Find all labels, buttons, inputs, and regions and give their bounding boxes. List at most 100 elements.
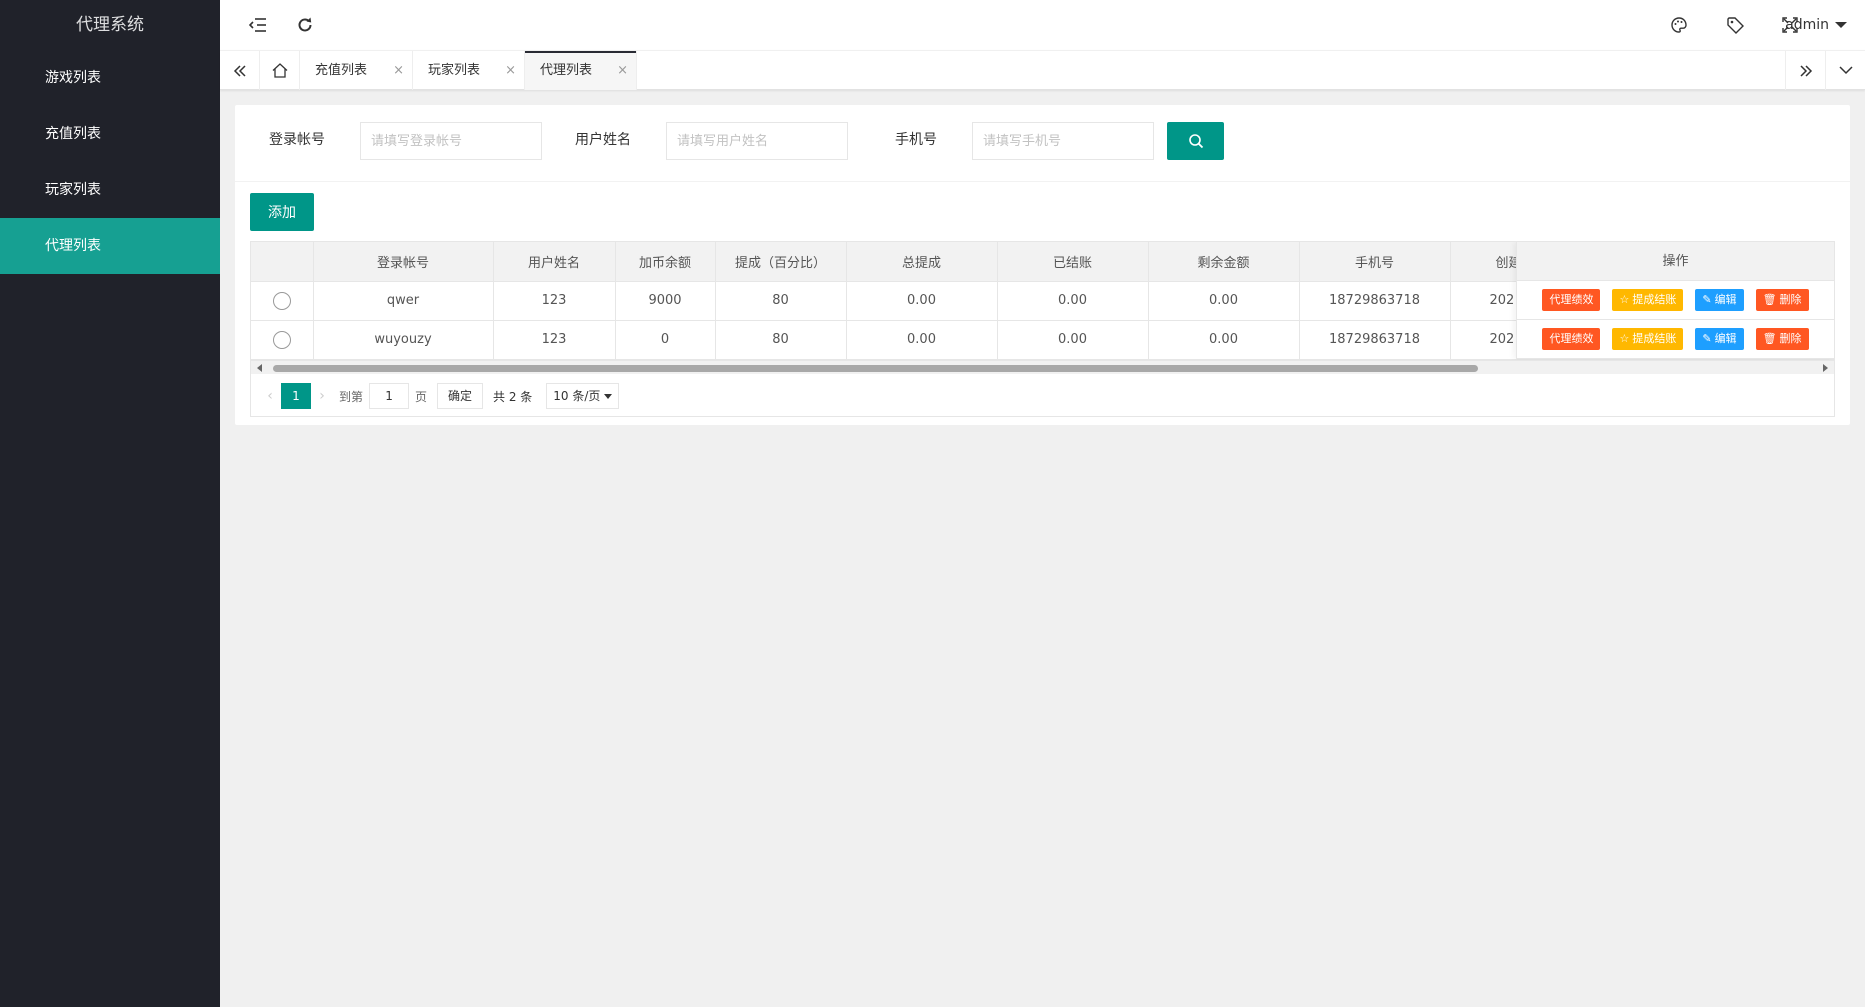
account-label: 登录帐号	[269, 132, 325, 148]
cell-phone: 18729863718	[1299, 320, 1451, 360]
close-icon[interactable]: ×	[617, 51, 628, 90]
cell-account: wuyouzy	[313, 320, 494, 360]
name-search-input[interactable]	[666, 122, 848, 160]
settle-button[interactable]: ☆ 提成结账	[1612, 289, 1684, 311]
cell-total: 0.00	[846, 320, 998, 360]
cell-balance: 0	[615, 320, 716, 360]
tab-agents[interactable]: 代理列表 ×	[525, 51, 637, 90]
ops-header: 操作	[1517, 242, 1834, 281]
tabs-scroll-right-icon[interactable]	[1785, 51, 1825, 90]
refresh-icon[interactable]	[293, 13, 317, 37]
page-confirm-button[interactable]: 确定	[437, 383, 484, 409]
sidebar-item-agents[interactable]: 代理列表	[0, 218, 220, 274]
goto-label: 到第	[339, 389, 364, 404]
page-size-select[interactable]: 10 条/页	[546, 383, 620, 409]
delete-label: 删除	[1779, 332, 1802, 345]
app-logo: 代理系统	[76, 15, 144, 35]
edit-label: 编辑	[1714, 293, 1737, 306]
tab-label: 充值列表	[315, 63, 368, 78]
page-current[interactable]: 1	[281, 383, 311, 409]
search-button[interactable]	[1167, 122, 1224, 160]
edit-label: 编辑	[1714, 332, 1737, 345]
column-header[interactable]: 提成（百分比）	[715, 242, 847, 282]
ops-row: 代理绩效 ☆ 提成结账 ✎ 编辑 🗑 删除	[1517, 281, 1834, 320]
cell-balance: 9000	[615, 281, 716, 321]
scroll-right-arrow-icon[interactable]	[1823, 364, 1828, 372]
user-menu[interactable]: admin	[1785, 0, 1847, 50]
cell-created-value: 202	[1489, 332, 1515, 347]
cell-rate: 80	[715, 281, 847, 321]
caret-down-icon	[1835, 22, 1847, 28]
prev-page-icon[interactable]: ‹	[259, 388, 281, 404]
menu-fold-icon[interactable]	[246, 13, 270, 37]
row-select[interactable]	[251, 320, 314, 360]
agent-table: 登录帐号 用户姓名 加币余额 提成（百分比） 总提成 已结账 剩余金额 手机号 …	[250, 241, 1835, 417]
phone-search-input[interactable]	[972, 122, 1154, 160]
column-header[interactable]: 已结账	[997, 242, 1149, 282]
tab-players[interactable]: 玩家列表 ×	[413, 51, 525, 90]
cell-created-value: 202	[1489, 293, 1515, 308]
cell-phone: 18729863718	[1299, 281, 1451, 321]
radio-button[interactable]	[272, 330, 291, 349]
settle-label: 提成结账	[1632, 332, 1677, 345]
pencil-icon: ✎	[1702, 332, 1712, 345]
edit-button[interactable]: ✎ 编辑	[1695, 289, 1744, 311]
cell-name: 123	[493, 320, 616, 360]
theme-icon[interactable]	[1667, 13, 1691, 37]
account-search-input[interactable]	[360, 122, 542, 160]
trash-icon: 🗑	[1762, 293, 1777, 306]
next-page-icon[interactable]: ›	[311, 388, 333, 404]
page-size-value: 10 条/页	[553, 389, 601, 403]
delete-button[interactable]: 🗑 删除	[1755, 328, 1809, 350]
tabs-menu-chevron-down-icon[interactable]	[1825, 51, 1865, 90]
close-icon[interactable]: ×	[393, 51, 404, 90]
scrollbar-thumb[interactable]	[273, 365, 1478, 372]
settle-button[interactable]: ☆ 提成结账	[1612, 328, 1684, 350]
add-button[interactable]: 添加	[250, 193, 314, 231]
column-header[interactable]: 手机号	[1299, 242, 1451, 282]
page-unit-label: 页	[415, 389, 428, 404]
horizontal-scrollbar[interactable]	[251, 360, 1834, 374]
chevron-down-icon	[604, 393, 613, 399]
pagination: ‹ 1 › 到第 1 页 确定 共 2 条 10 条/页	[251, 375, 1834, 416]
pencil-icon: ✎	[1702, 293, 1712, 306]
operations-column: 操作 代理绩效 ☆ 提成结账 ✎ 编辑 🗑 删除 代理绩效 ☆ 提成结账 ✎ 编辑 🗑 删除	[1516, 242, 1834, 359]
home-icon[interactable]	[260, 51, 300, 90]
star-icon: ☆	[1619, 293, 1630, 306]
user-name: admin	[1785, 17, 1829, 33]
sidebar-item-players[interactable]: 玩家列表	[0, 162, 220, 218]
close-icon[interactable]: ×	[505, 51, 516, 90]
scroll-left-arrow-icon[interactable]	[257, 364, 262, 372]
tag-icon[interactable]	[1723, 13, 1747, 37]
name-label: 用户姓名	[575, 132, 631, 148]
tabs-scroll-left-icon[interactable]	[220, 51, 260, 90]
row-select[interactable]	[251, 281, 314, 321]
cell-settled: 0.00	[997, 320, 1149, 360]
performance-button[interactable]: 代理绩效	[1542, 328, 1601, 350]
phone-label: 手机号	[895, 132, 937, 148]
column-header[interactable]: 剩余金额	[1148, 242, 1300, 282]
sidebar-item-recharge[interactable]: 充值列表	[0, 106, 220, 162]
tab-recharge[interactable]: 充值列表 ×	[300, 51, 413, 90]
column-header[interactable]: 登录帐号	[313, 242, 494, 282]
star-icon: ☆	[1619, 332, 1630, 345]
delete-button[interactable]: 🗑 删除	[1755, 289, 1809, 311]
column-header[interactable]: 总提成	[846, 242, 998, 282]
column-header[interactable]: 加币余额	[615, 242, 716, 282]
tab-label: 玩家列表	[428, 63, 481, 78]
search-icon	[1188, 134, 1203, 149]
edit-button[interactable]: ✎ 编辑	[1695, 328, 1744, 350]
cell-remain: 0.00	[1148, 281, 1300, 321]
column-header[interactable]: 用户姓名	[493, 242, 616, 282]
agent-list-card: 登录帐号 用户姓名 手机号 添加 登录帐号 用户姓名 加币余额 提成（百分比） …	[235, 105, 1850, 425]
performance-button[interactable]: 代理绩效	[1542, 289, 1601, 311]
sidebar-item-games[interactable]: 游戏列表	[0, 50, 220, 106]
cell-account: qwer	[313, 281, 494, 321]
delete-label: 删除	[1779, 293, 1802, 306]
tabs-bar: 充值列表 × 玩家列表 × 代理列表 ×	[220, 50, 1865, 90]
page-jump-input[interactable]: 1	[369, 383, 410, 409]
radio-button[interactable]	[272, 291, 291, 310]
cell-total: 0.00	[846, 281, 998, 321]
search-form: 登录帐号 用户姓名 手机号	[235, 105, 1850, 182]
tab-label: 代理列表	[540, 63, 593, 78]
